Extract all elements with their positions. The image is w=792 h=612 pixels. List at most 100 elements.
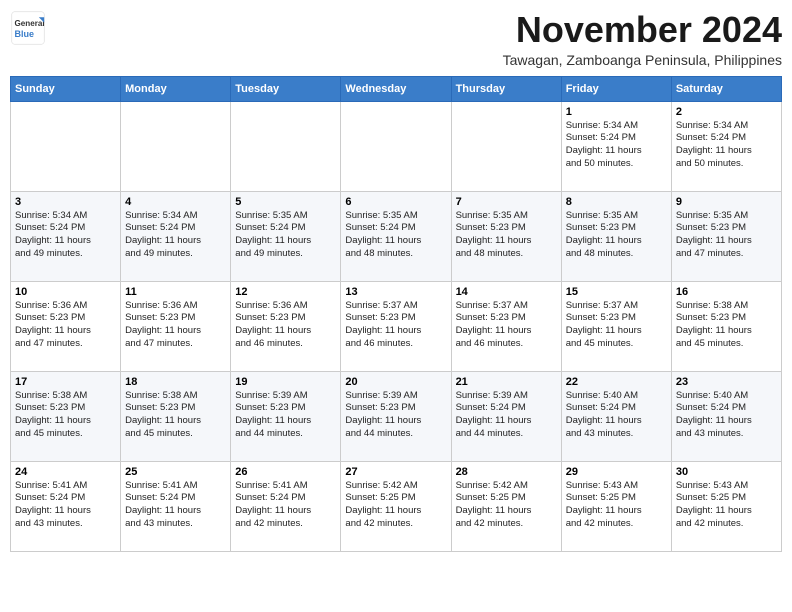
calendar-cell <box>231 101 341 191</box>
day-number: 19 <box>235 376 336 388</box>
day-number: 1 <box>566 106 667 118</box>
day-info: Sunrise: 5:39 AM Sunset: 5:24 PM Dayligh… <box>456 390 557 441</box>
calendar-cell <box>341 101 451 191</box>
calendar-cell: 6 Sunrise: 5:35 AM Sunset: 5:24 PM Daylig… <box>341 191 451 281</box>
day-number: 26 <box>235 466 336 478</box>
day-info: Sunrise: 5:35 AM Sunset: 5:23 PM Dayligh… <box>456 210 557 261</box>
title-block: November 2024 Tawagan, Zamboanga Peninsu… <box>503 10 782 68</box>
calendar-cell: 1Sunrise: 5:34 AM Sunset: 5:24 PM Daylig… <box>561 101 671 191</box>
day-info: Sunrise: 5:38 AM Sunset: 5:23 PM Dayligh… <box>15 390 116 441</box>
day-info: Sunrise: 5:43 AM Sunset: 5:25 PM Dayligh… <box>566 480 667 531</box>
calendar-cell: 16 Sunrise: 5:38 AM Sunset: 5:23 PM Dayli… <box>671 281 781 371</box>
day-info: Sunrise: 5:41 AM Sunset: 5:24 PM Dayligh… <box>235 480 336 531</box>
calendar-table: SundayMondayTuesdayWednesdayThursdayFrid… <box>10 76 782 552</box>
day-info: Sunrise: 5:38 AM Sunset: 5:23 PM Dayligh… <box>676 300 777 351</box>
calendar-cell: 4Sunrise: 5:34 AM Sunset: 5:24 PM Daylig… <box>121 191 231 281</box>
weekday-header-row: SundayMondayTuesdayWednesdayThursdayFrid… <box>11 76 782 101</box>
month-title: November 2024 <box>503 10 782 50</box>
day-info: Sunrise: 5:39 AM Sunset: 5:23 PM Dayligh… <box>235 390 336 441</box>
calendar-cell: 8 Sunrise: 5:35 AM Sunset: 5:23 PM Daylig… <box>561 191 671 281</box>
calendar-cell: 2Sunrise: 5:34 AM Sunset: 5:24 PM Daylig… <box>671 101 781 191</box>
day-number: 6 <box>345 196 446 208</box>
calendar-cell: 27 Sunrise: 5:42 AM Sunset: 5:25 PM Dayli… <box>341 461 451 551</box>
day-number: 25 <box>125 466 226 478</box>
day-info: Sunrise: 5:35 AM Sunset: 5:24 PM Dayligh… <box>345 210 446 261</box>
calendar-cell: 20 Sunrise: 5:39 AM Sunset: 5:23 PM Dayli… <box>341 371 451 461</box>
day-info: Sunrise: 5:35 AM Sunset: 5:24 PM Dayligh… <box>235 210 336 261</box>
day-info: Sunrise: 5:37 AM Sunset: 5:23 PM Dayligh… <box>456 300 557 351</box>
calendar-cell: 30Sunrise: 5:43 AM Sunset: 5:25 PM Dayli… <box>671 461 781 551</box>
week-row-5: 24 Sunrise: 5:41 AM Sunset: 5:24 PM Dayli… <box>11 461 782 551</box>
page-header: General Blue November 2024 Tawagan, Zamb… <box>10 10 782 68</box>
day-info: Sunrise: 5:40 AM Sunset: 5:24 PM Dayligh… <box>676 390 777 441</box>
day-info: Sunrise: 5:36 AM Sunset: 5:23 PM Dayligh… <box>15 300 116 351</box>
week-row-3: 10 Sunrise: 5:36 AM Sunset: 5:23 PM Dayli… <box>11 281 782 371</box>
day-number: 15 <box>566 286 667 298</box>
week-row-4: 17 Sunrise: 5:38 AM Sunset: 5:23 PM Dayli… <box>11 371 782 461</box>
calendar-cell: 13 Sunrise: 5:37 AM Sunset: 5:23 PM Dayli… <box>341 281 451 371</box>
weekday-header-tuesday: Tuesday <box>231 76 341 101</box>
day-number: 23 <box>676 376 777 388</box>
day-number: 20 <box>345 376 446 388</box>
calendar-cell <box>121 101 231 191</box>
calendar-cell: 19 Sunrise: 5:39 AM Sunset: 5:23 PM Dayli… <box>231 371 341 461</box>
calendar-cell <box>451 101 561 191</box>
week-row-1: 1Sunrise: 5:34 AM Sunset: 5:24 PM Daylig… <box>11 101 782 191</box>
calendar-cell: 25 Sunrise: 5:41 AM Sunset: 5:24 PM Dayli… <box>121 461 231 551</box>
day-number: 8 <box>566 196 667 208</box>
day-info: Sunrise: 5:42 AM Sunset: 5:25 PM Dayligh… <box>456 480 557 531</box>
day-info: Sunrise: 5:36 AM Sunset: 5:23 PM Dayligh… <box>125 300 226 351</box>
day-info: Sunrise: 5:34 AM Sunset: 5:24 PM Dayligh… <box>15 210 116 261</box>
calendar-cell: 7Sunrise: 5:35 AM Sunset: 5:23 PM Daylig… <box>451 191 561 281</box>
day-info: Sunrise: 5:35 AM Sunset: 5:23 PM Dayligh… <box>566 210 667 261</box>
svg-text:General: General <box>15 19 45 28</box>
calendar-cell: 22Sunrise: 5:40 AM Sunset: 5:24 PM Dayli… <box>561 371 671 461</box>
day-info: Sunrise: 5:34 AM Sunset: 5:24 PM Dayligh… <box>125 210 226 261</box>
weekday-header-monday: Monday <box>121 76 231 101</box>
calendar-cell: 21Sunrise: 5:39 AM Sunset: 5:24 PM Dayli… <box>451 371 561 461</box>
day-number: 2 <box>676 106 777 118</box>
logo: General Blue <box>10 10 46 46</box>
calendar-cell: 11 Sunrise: 5:36 AM Sunset: 5:23 PM Dayli… <box>121 281 231 371</box>
day-number: 24 <box>15 466 116 478</box>
day-number: 3 <box>15 196 116 208</box>
day-number: 16 <box>676 286 777 298</box>
weekday-header-friday: Friday <box>561 76 671 101</box>
day-number: 10 <box>15 286 116 298</box>
calendar-cell: 9 Sunrise: 5:35 AM Sunset: 5:23 PM Daylig… <box>671 191 781 281</box>
day-info: Sunrise: 5:42 AM Sunset: 5:25 PM Dayligh… <box>345 480 446 531</box>
day-number: 28 <box>456 466 557 478</box>
day-info: Sunrise: 5:38 AM Sunset: 5:23 PM Dayligh… <box>125 390 226 441</box>
day-number: 13 <box>345 286 446 298</box>
calendar-cell: 3 Sunrise: 5:34 AM Sunset: 5:24 PM Daylig… <box>11 191 121 281</box>
day-number: 9 <box>676 196 777 208</box>
day-info: Sunrise: 5:35 AM Sunset: 5:23 PM Dayligh… <box>676 210 777 261</box>
weekday-header-saturday: Saturday <box>671 76 781 101</box>
calendar-cell <box>11 101 121 191</box>
day-number: 5 <box>235 196 336 208</box>
weekday-header-sunday: Sunday <box>11 76 121 101</box>
day-number: 12 <box>235 286 336 298</box>
calendar-cell: 17 Sunrise: 5:38 AM Sunset: 5:23 PM Dayli… <box>11 371 121 461</box>
day-info: Sunrise: 5:36 AM Sunset: 5:23 PM Dayligh… <box>235 300 336 351</box>
calendar-cell: 14 Sunrise: 5:37 AM Sunset: 5:23 PM Dayli… <box>451 281 561 371</box>
day-info: Sunrise: 5:43 AM Sunset: 5:25 PM Dayligh… <box>676 480 777 531</box>
day-number: 17 <box>15 376 116 388</box>
day-number: 11 <box>125 286 226 298</box>
location-title: Tawagan, Zamboanga Peninsula, Philippine… <box>503 52 782 68</box>
day-number: 18 <box>125 376 226 388</box>
day-info: Sunrise: 5:39 AM Sunset: 5:23 PM Dayligh… <box>345 390 446 441</box>
day-number: 27 <box>345 466 446 478</box>
day-info: Sunrise: 5:37 AM Sunset: 5:23 PM Dayligh… <box>345 300 446 351</box>
calendar-cell: 10 Sunrise: 5:36 AM Sunset: 5:23 PM Dayli… <box>11 281 121 371</box>
logo-icon: General Blue <box>10 10 46 46</box>
weekday-header-thursday: Thursday <box>451 76 561 101</box>
day-number: 14 <box>456 286 557 298</box>
calendar-cell: 15 Sunrise: 5:37 AM Sunset: 5:23 PM Dayli… <box>561 281 671 371</box>
day-info: Sunrise: 5:41 AM Sunset: 5:24 PM Dayligh… <box>125 480 226 531</box>
day-number: 29 <box>566 466 667 478</box>
day-info: Sunrise: 5:37 AM Sunset: 5:23 PM Dayligh… <box>566 300 667 351</box>
week-row-2: 3 Sunrise: 5:34 AM Sunset: 5:24 PM Daylig… <box>11 191 782 281</box>
calendar-cell: 12 Sunrise: 5:36 AM Sunset: 5:23 PM Dayli… <box>231 281 341 371</box>
day-info: Sunrise: 5:40 AM Sunset: 5:24 PM Dayligh… <box>566 390 667 441</box>
